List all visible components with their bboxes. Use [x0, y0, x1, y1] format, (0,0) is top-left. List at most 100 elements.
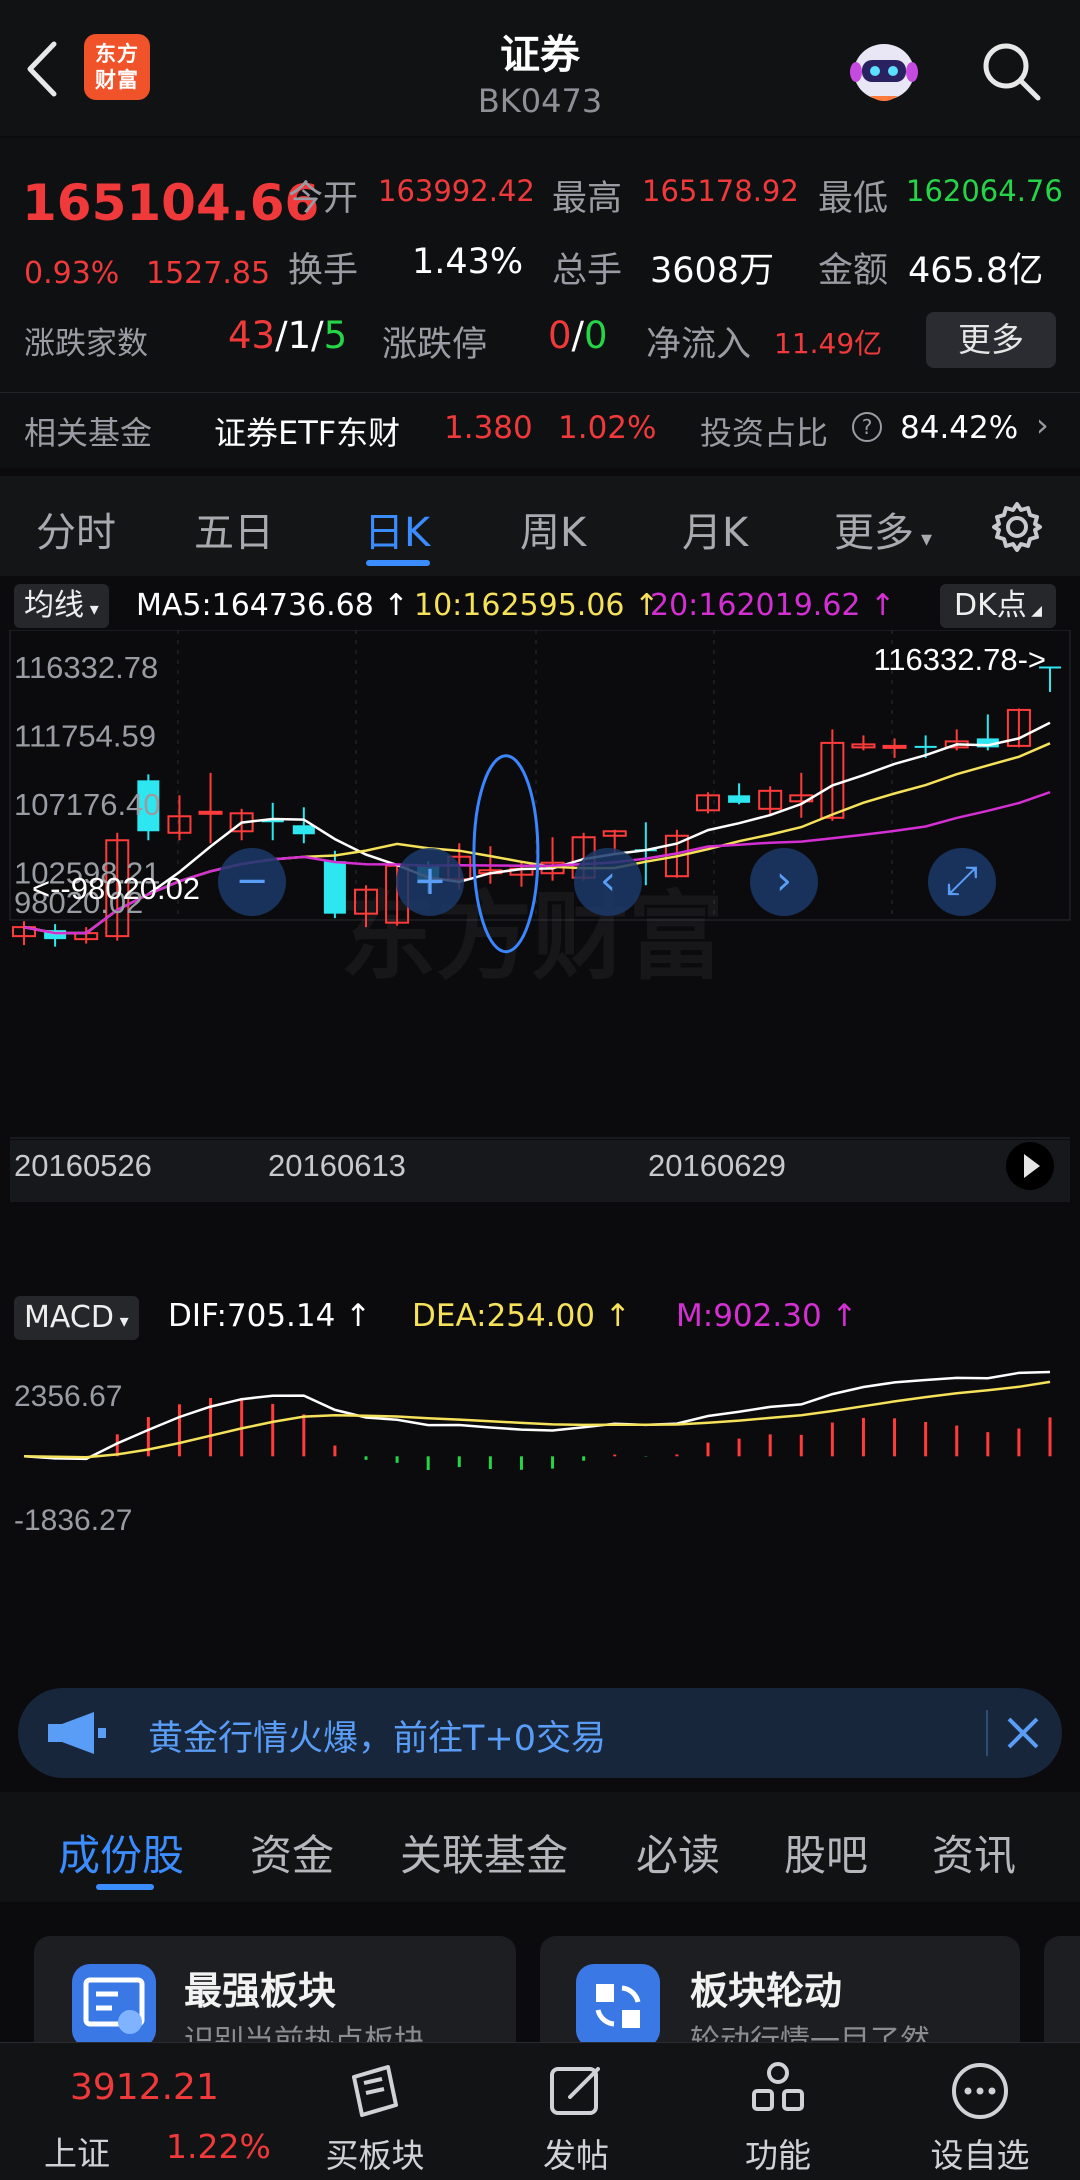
tab-more[interactable]: 更多 ▾	[834, 500, 932, 558]
fund-percent: 1.02%	[558, 410, 657, 446]
inflow-label: 净流入	[646, 325, 752, 365]
tab-weekly-k[interactable]: 周K	[520, 500, 586, 558]
limit-values: 0/0	[548, 314, 608, 357]
pan-left-button[interactable]: ‹	[574, 848, 642, 916]
zoom-out-icon: −	[235, 858, 269, 904]
m-value: M:902.30 ↑	[676, 1298, 858, 1334]
banner-text: 黄金行情火爆，前往T+0交易	[148, 1719, 606, 1759]
nav-functions[interactable]: 功能	[708, 2129, 848, 2177]
period-tabs: 分时 五日 日K 周K 月K 更多 ▾	[0, 476, 1080, 576]
nav-post[interactable]: 发帖	[506, 2129, 646, 2177]
card-title: 板块轮动	[690, 1969, 843, 2013]
last-price: 165104.66	[22, 174, 320, 232]
date-tick-label: 20160629	[648, 1148, 786, 1183]
macd-tick-label: -1836.27	[14, 1504, 132, 1537]
tab-forum[interactable]: 股吧	[784, 1822, 868, 1883]
promo-banner[interactable]: 黄金行情火爆，前往T+0交易	[18, 1688, 1062, 1778]
active-tab-indicator	[366, 560, 430, 566]
change-percent: 0.93%	[24, 256, 120, 291]
header: 东方 财富 证券 BK0473	[0, 0, 1080, 136]
fund-name[interactable]: 证券ETF东财	[214, 408, 400, 454]
price-axis: 116332.78111754.59107176.40102598.219802…	[14, 642, 1046, 920]
ratio-value[interactable]: 84.42%	[900, 410, 1018, 446]
pan-left-icon: ‹	[600, 858, 616, 904]
zoom-in-button[interactable]: +	[396, 848, 464, 916]
pan-right-button[interactable]: ›	[750, 848, 818, 916]
inflow-value: 11.49亿	[774, 327, 883, 360]
tab-news[interactable]: 资讯	[932, 1822, 1016, 1883]
change-amount: 1527.85	[146, 256, 271, 291]
megaphone-icon	[48, 1712, 106, 1754]
ma-selector[interactable]: 均线 ▾	[14, 584, 109, 628]
tab-related-funds[interactable]: 关联基金	[400, 1822, 568, 1883]
index-percent[interactable]: 1.22%	[166, 2127, 271, 2166]
card-title: 最强板块	[184, 1969, 337, 2013]
tab-daily-k[interactable]: 日K	[364, 500, 430, 558]
index-name[interactable]: 上证	[44, 2127, 110, 2175]
bottom-navigation: 3912.21 上证 1.22% 买板块 发帖 功能 设自选	[0, 2042, 1080, 2180]
post-edit-icon[interactable]	[544, 2059, 608, 2123]
date-axis: 20160526 20160613 20160629	[10, 1140, 1070, 1202]
macd-tick-label: 2356.67	[14, 1380, 122, 1413]
search-icon	[983, 43, 1041, 101]
tab-constituents[interactable]: 成份股	[58, 1822, 184, 1883]
settings-button[interactable]	[990, 500, 1044, 554]
pan-right-icon: ›	[776, 858, 792, 904]
tab-intraday[interactable]: 分时	[36, 500, 116, 558]
turnover-value: 1.43%	[412, 242, 524, 282]
amount-value: 465.8亿	[908, 251, 1044, 291]
index-price[interactable]: 3912.21	[70, 2067, 219, 2108]
price-tick-label: 111754.59	[14, 719, 156, 754]
fund-price: 1.380	[444, 410, 533, 446]
more-button[interactable]: 更多	[926, 312, 1056, 368]
dif-line	[23, 1370, 1051, 1461]
date-axis-bg	[10, 1140, 1070, 1202]
candle-body	[323, 861, 346, 914]
candle-body	[198, 810, 223, 815]
gear-icon	[992, 502, 1042, 552]
dif-value: DIF:705.14 ↑	[168, 1298, 372, 1334]
limit-label: 涨跌停	[382, 325, 488, 365]
ma10-value: 10:162595.06 ↑	[414, 588, 660, 623]
section-tabs: 成份股 资金 关联基金 必读 股吧 资讯	[0, 1792, 1080, 1902]
ma20-value: 20:162019.62 ↑	[650, 588, 896, 623]
quote-panel: 165104.66 0.93% 1527.85 今开 163992.42 最高 …	[0, 138, 1080, 468]
high-label: 最高	[552, 179, 623, 219]
min-price-marker: <--98020.02	[32, 871, 200, 906]
breadth-values: 43/1/5	[228, 314, 348, 357]
assistant-robot-icon[interactable]	[844, 32, 924, 108]
dk-point-button[interactable]: DK点 ◢	[940, 584, 1056, 628]
candle-body	[292, 825, 315, 835]
search-button[interactable]	[976, 36, 1046, 106]
macd-selector[interactable]: MACD ▾	[14, 1296, 139, 1340]
tab-monthly-k[interactable]: 月K	[682, 500, 748, 558]
candle-body	[728, 795, 751, 803]
nav-buy-sector[interactable]: 买板块	[305, 2129, 445, 2177]
tab-capital[interactable]: 资金	[250, 1822, 334, 1883]
active-tab-indicator	[96, 1884, 154, 1890]
open-label: 今开	[288, 179, 359, 219]
next-page-button[interactable]	[1006, 1142, 1054, 1190]
more-dots-icon[interactable]	[948, 2059, 1012, 2123]
divider	[986, 1710, 988, 1756]
ma5-value: MA5:164736.68 ↑	[136, 588, 409, 623]
tab-must-read[interactable]: 必读	[636, 1822, 720, 1883]
fullscreen-icon: ⤢	[946, 858, 978, 904]
high-value: 165178.92	[642, 174, 799, 208]
grid-functions-icon[interactable]	[746, 2059, 810, 2123]
kline-chart[interactable]: 东方财富 116332.78111754.59107176.40102598.2…	[0, 630, 1080, 1670]
tab-five-day[interactable]: 五日	[194, 500, 274, 558]
buy-sector-icon[interactable]	[342, 2059, 406, 2123]
dea-value: DEA:254.00 ↑	[412, 1298, 631, 1334]
nav-add-watchlist[interactable]: 设自选	[910, 2129, 1050, 2177]
chevron-right-icon: ›	[1036, 406, 1049, 444]
date-tick-label: 20160526	[14, 1148, 152, 1183]
date-tick-label: 20160613	[268, 1148, 406, 1183]
dea-line	[23, 1380, 1051, 1459]
fullscreen-button[interactable]: ⤢	[928, 848, 996, 916]
help-icon[interactable]: ?	[852, 412, 882, 442]
zoom-out-button[interactable]: −	[218, 848, 286, 916]
close-icon[interactable]	[1004, 1714, 1042, 1752]
max-price-marker: 116332.78->	[873, 642, 1046, 677]
volume-value: 3608万	[650, 251, 775, 291]
